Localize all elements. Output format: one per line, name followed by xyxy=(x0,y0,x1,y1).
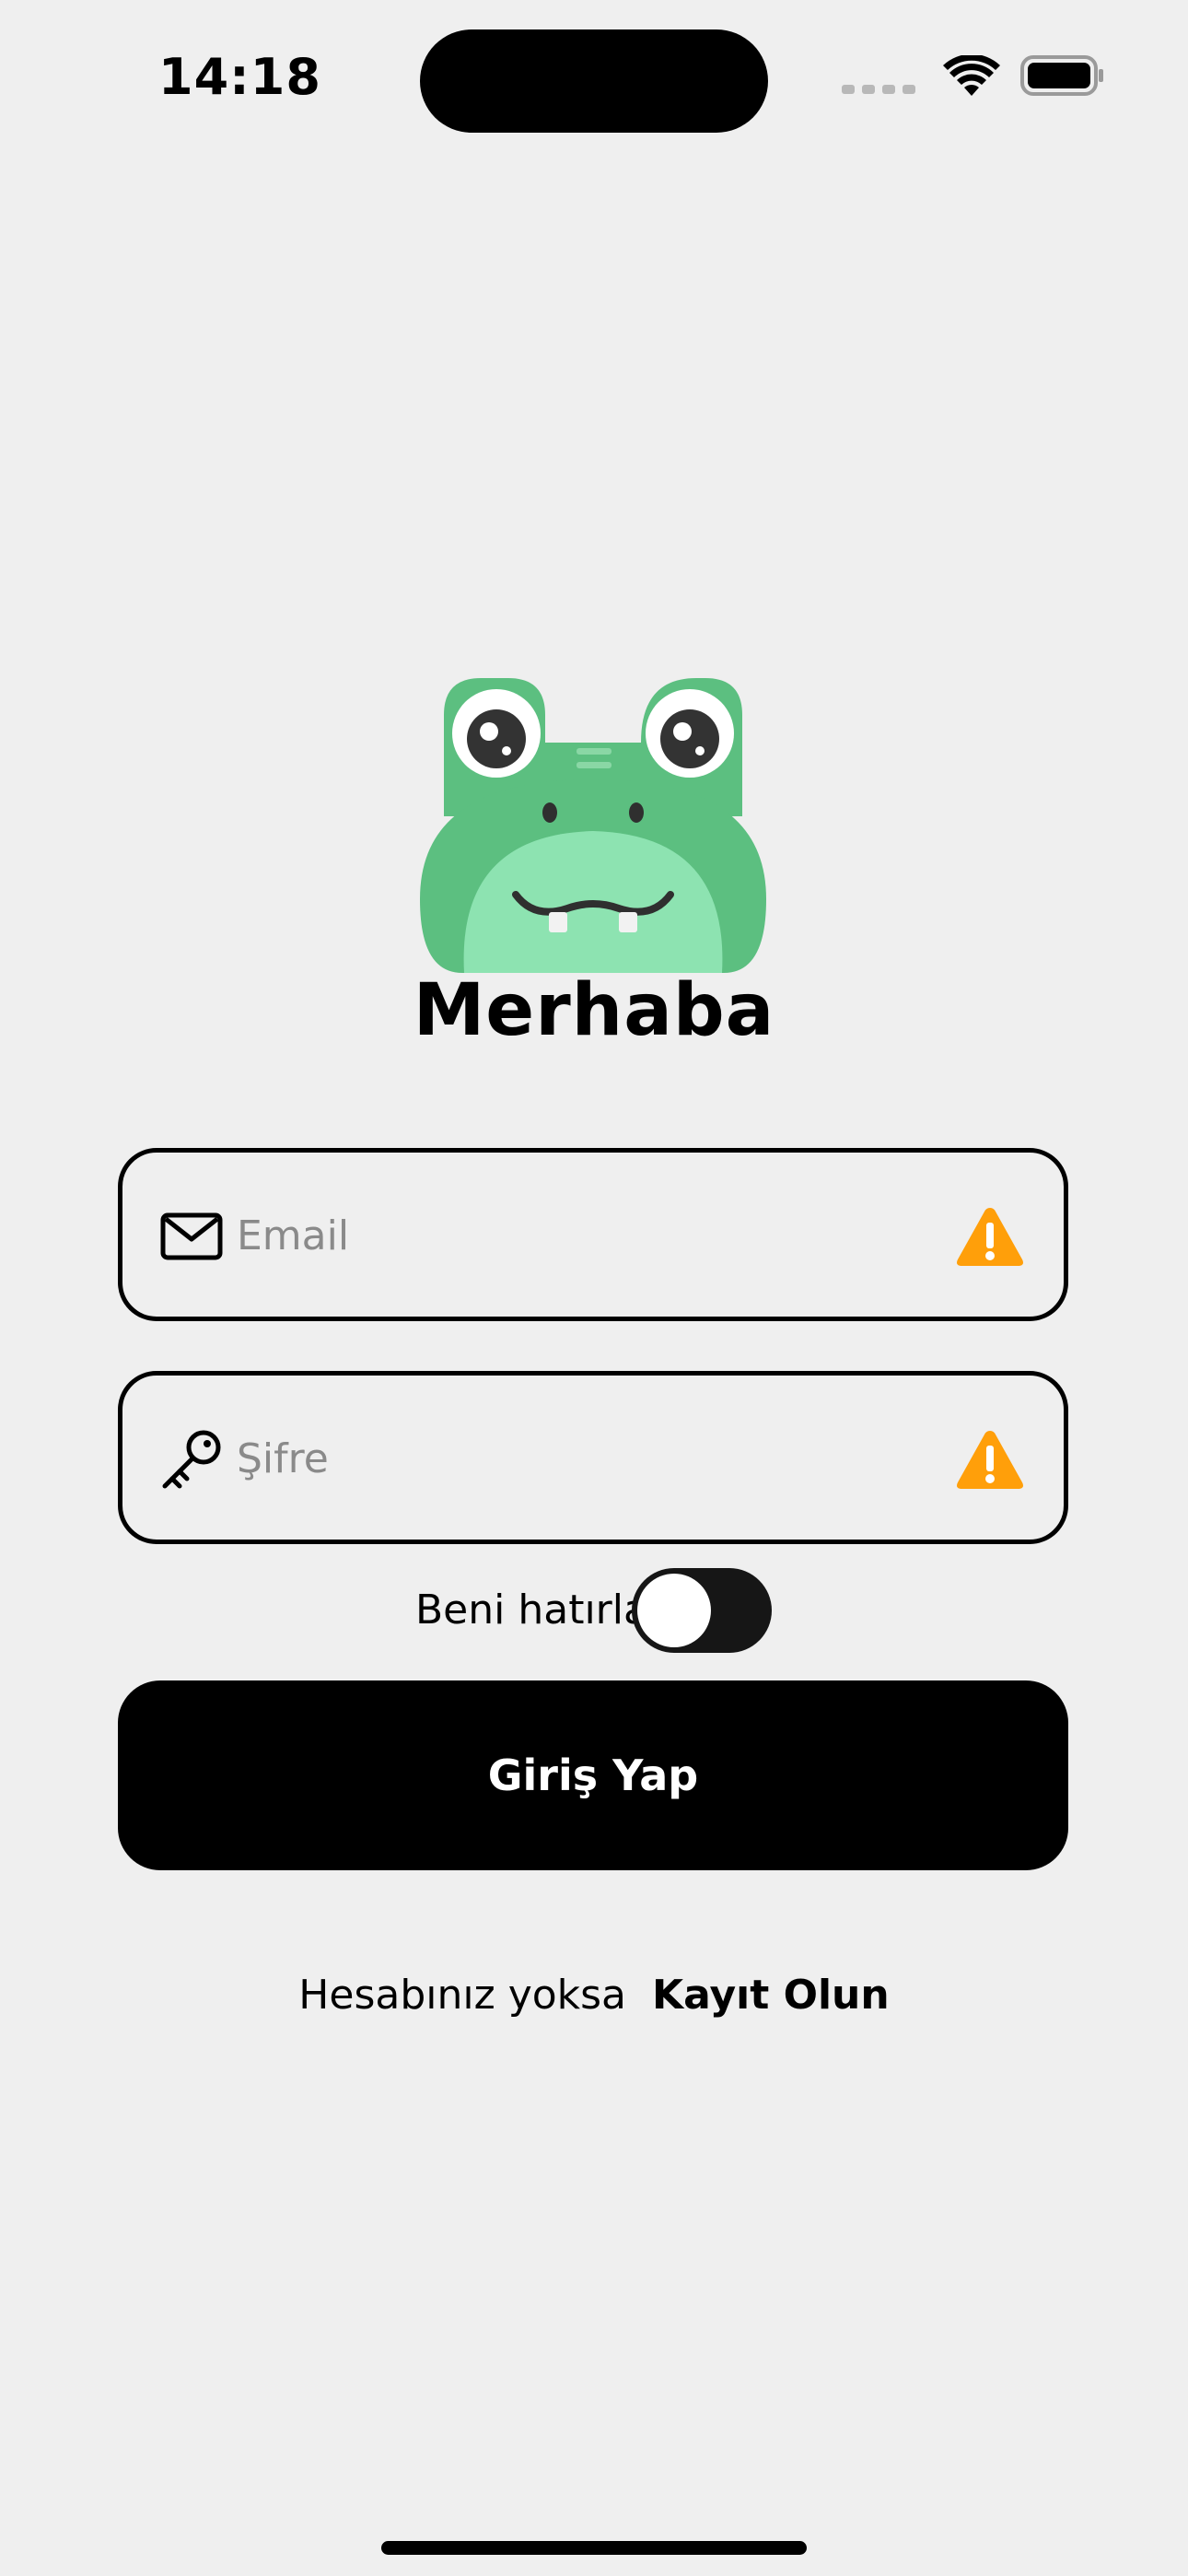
email-field[interactable] xyxy=(118,1148,1068,1321)
status-time: 14:18 xyxy=(158,48,321,106)
login-button[interactable]: Giriş Yap xyxy=(118,1680,1068,1870)
envelope-icon xyxy=(160,1212,223,1260)
cellular-signal-icon xyxy=(842,85,915,94)
dynamic-island xyxy=(420,29,768,133)
signup-link[interactable]: Kayıt Olun xyxy=(652,1972,890,2019)
password-input[interactable] xyxy=(237,1412,937,1505)
frog-logo xyxy=(420,678,766,973)
toggle-knob xyxy=(637,1574,711,1647)
status-indicators xyxy=(842,55,1105,96)
remember-me-row: Beni hatırla xyxy=(0,1568,1188,1657)
remember-me-toggle[interactable] xyxy=(632,1568,772,1653)
warning-triangle-icon xyxy=(957,1208,1023,1266)
key-icon xyxy=(162,1430,221,1489)
signup-prompt: Hesabınız yoksa Kayıt Olun xyxy=(0,1972,1188,2019)
password-field[interactable] xyxy=(118,1371,1068,1544)
warning-triangle-icon xyxy=(957,1431,1023,1489)
battery-icon xyxy=(1020,55,1103,96)
wifi-icon xyxy=(943,55,1000,96)
remember-me-label: Beni hatırla xyxy=(415,1587,648,1633)
signup-prompt-text: Hesabınız yoksa xyxy=(298,1972,627,2019)
page-title: Merhaba xyxy=(413,969,775,1052)
home-indicator[interactable] xyxy=(381,2541,807,2555)
email-input[interactable] xyxy=(237,1189,937,1282)
